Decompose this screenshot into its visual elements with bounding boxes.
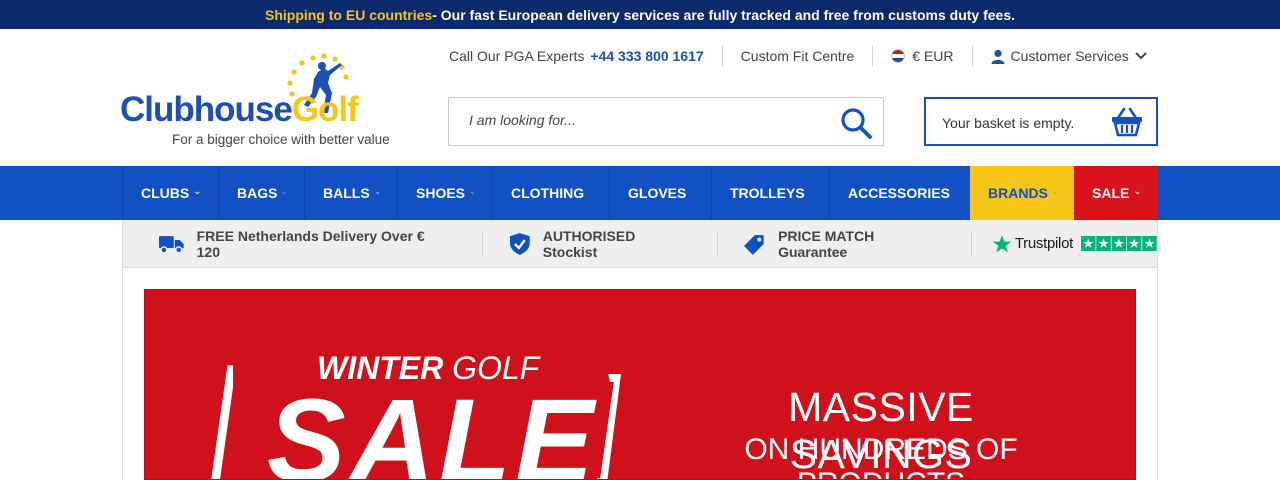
nav-label: SALE — [1092, 185, 1130, 201]
trustpilot-star-icon — [992, 234, 1012, 253]
divider — [717, 231, 719, 256]
nav-gloves[interactable]: GLOVES — [609, 166, 711, 220]
search-box — [448, 97, 884, 146]
nav-shoes[interactable]: SHOES — [397, 166, 492, 220]
chevron-down-icon — [375, 191, 379, 194]
nav-clothing[interactable]: CLOTHING — [492, 166, 609, 220]
currency-selector[interactable]: € EUR — [891, 48, 954, 64]
nav-label: CLOTHING — [511, 185, 585, 201]
nav-label: CLUBS — [141, 185, 190, 201]
nav-accessories[interactable]: ACCESSORIES — [829, 166, 970, 220]
brand-name: ClubhouseGolf — [120, 90, 359, 129]
brand-tagline: For a bigger choice with better value — [172, 132, 390, 147]
shipping-banner: Shipping to EU countries - Our fast Euro… — [0, 0, 1280, 29]
nav-label: BALLS — [323, 185, 370, 201]
basket-icon — [1112, 107, 1142, 137]
chevron-down-icon — [1135, 191, 1140, 195]
benefits-bar: FREE Netherlands Delivery Over € 120 AUT… — [122, 220, 1158, 268]
custom-fit-link[interactable]: Custom Fit Centre — [741, 48, 855, 64]
benefit-stockist-text: AUTHORISED Stockist — [542, 227, 636, 260]
shield-check-icon — [510, 232, 530, 255]
customer-services-menu[interactable]: Customer Services — [991, 48, 1147, 64]
chevron-down-icon — [283, 192, 286, 194]
chevron-down-icon — [590, 192, 591, 194]
search-input[interactable] — [469, 112, 819, 128]
trustpilot-badge[interactable]: Trustpilot — [992, 234, 1157, 254]
divider — [721, 45, 723, 67]
netherlands-flag-icon — [891, 49, 906, 63]
nav-label: BAGS — [237, 185, 278, 201]
benefit-price-match-text: PRICE MATCH Guarantee — [778, 227, 875, 260]
divider — [872, 45, 874, 67]
nav-trolleys[interactable]: TROLLEYS — [711, 166, 829, 220]
price-tag-icon — [744, 234, 765, 255]
divider — [482, 231, 484, 256]
nav-bags[interactable]: BAGS — [218, 166, 304, 220]
nav-balls[interactable]: BALLS — [304, 166, 397, 220]
nav-clubs[interactable]: CLUBS — [122, 166, 218, 220]
basket-button[interactable]: Your basket is empty. — [924, 97, 1158, 146]
user-icon — [991, 49, 1004, 64]
benefit-price-match[interactable]: PRICE MATCH Guarantee — [742, 228, 944, 260]
delivery-truck-icon — [159, 235, 184, 254]
utility-bar: Call Our PGA Experts +44 333 800 1617 Cu… — [449, 44, 1147, 68]
benefit-stockist[interactable]: AUTHORISED Stockist — [509, 228, 691, 260]
nav-label: GLOVES — [628, 185, 687, 201]
divider — [970, 231, 972, 256]
nav-brands[interactable]: BRANDS — [970, 166, 1074, 220]
nav-label: BRANDS — [988, 185, 1048, 201]
five-star-rating-icon — [1081, 236, 1157, 251]
winter-sale-banner[interactable]: WINTER GOLF SALE MASSIVE SAVINGS ON HUND… — [144, 289, 1136, 480]
main-nav: CLUBS BAGS BALLS SHOES CLOTHING GLOVES T… — [0, 166, 1280, 220]
chevron-down-icon — [1053, 192, 1056, 194]
chevron-down-icon — [471, 192, 474, 194]
currency-label: € EUR — [912, 48, 954, 64]
site-logo[interactable]: ClubhouseGolf For a bigger choice with b… — [120, 50, 410, 150]
search-icon — [841, 108, 872, 139]
hero-sale-text: SALE — [267, 375, 598, 480]
nav-label: ACCESSORIES — [848, 185, 950, 201]
nav-label: TROLLEYS — [730, 185, 805, 201]
trustpilot-label: Trustpilot — [1014, 235, 1073, 252]
hero-subheadline: ON HUNDREDS OF PRODUCTS — [744, 433, 1018, 479]
chevron-down-icon — [692, 192, 693, 194]
nav-label: SHOES — [416, 185, 466, 201]
benefit-delivery[interactable]: FREE Netherlands Delivery Over € 120 — [159, 228, 448, 260]
right-bracket-shape — [597, 374, 621, 479]
phone-link[interactable]: +44 333 800 1617 — [590, 48, 703, 64]
left-bracket-shape — [211, 365, 233, 479]
divider — [971, 45, 973, 67]
search-button[interactable] — [839, 106, 873, 140]
shipping-message: - Our fast European delivery services ar… — [432, 6, 1015, 23]
customer-services-label: Customer Services — [1010, 48, 1129, 64]
basket-status: Your basket is empty. — [942, 115, 1075, 131]
chevron-down-icon — [1135, 52, 1147, 60]
benefit-delivery-text: FREE Netherlands Delivery Over € 120 — [196, 227, 425, 260]
shipping-highlight[interactable]: Shipping to EU countries — [265, 7, 432, 23]
call-label: Call Our PGA Experts — [449, 48, 585, 64]
chevron-down-icon — [195, 191, 200, 195]
nav-sale[interactable]: SALE — [1074, 166, 1158, 220]
